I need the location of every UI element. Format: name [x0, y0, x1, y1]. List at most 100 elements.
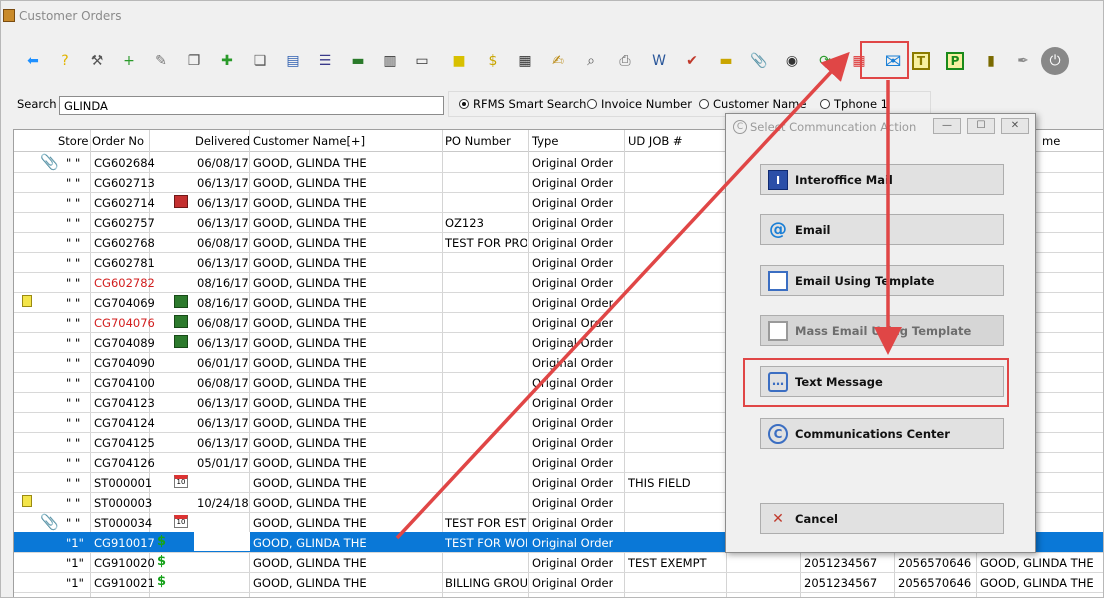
search-mode-radio[interactable]: Customer Name [699, 97, 806, 111]
note-icon [22, 495, 32, 507]
report-icon[interactable]: ▥ [378, 49, 402, 73]
header-type[interactable]: Type [532, 134, 558, 148]
table-row[interactable]: "1" CG910020 $ GOOD, GLINDA THE Original Ord… [14, 552, 1103, 573]
dialog-close-button[interactable]: ✕ [1001, 118, 1029, 134]
header-delivered[interactable]: Delivered [195, 134, 250, 148]
stack-icon[interactable]: ▤ [281, 49, 305, 73]
customer-name-cell: GOOD, GLINDA THE [253, 416, 367, 430]
customer-name-cell: GOOD, GLINDA THE [253, 336, 367, 350]
search-mode-label: Invoice Number [601, 97, 692, 111]
customer-name-cell: GOOD, GLINDA THE [253, 556, 367, 570]
cancel-button[interactable]: ✕ Cancel [760, 503, 1004, 534]
customer-name-cell: GOOD, GLINDA THE [253, 176, 367, 190]
radio-dot-icon[interactable] [699, 99, 709, 109]
interoffice-mail-button[interactable]: I Interoffice Mail [760, 164, 1004, 195]
find-icon[interactable]: ◉ [780, 49, 804, 73]
pen-icon[interactable]: ✒ [1011, 49, 1035, 73]
search-input[interactable] [59, 96, 444, 115]
store-cell: " " [66, 456, 81, 470]
store-cell: " " [66, 436, 81, 450]
credit-card-icon[interactable]: ▭ [410, 49, 434, 73]
type-cell: Original Order [532, 436, 614, 450]
name-extra-cell: GOOD, GLINDA THE [980, 556, 1094, 570]
type-cell: Original Order [532, 336, 614, 350]
store-cell: " " [66, 416, 81, 430]
dialog-minimize-button[interactable]: — [933, 118, 961, 134]
paperclip-icon: 📎 [40, 513, 59, 531]
selected-delivered-cell [194, 532, 250, 551]
dialog-maximize-button[interactable]: ☐ [967, 118, 995, 134]
communications-center-button[interactable]: C Communications Center [760, 418, 1004, 449]
money-icon[interactable]: ▬ [346, 49, 370, 73]
tools-icon[interactable]: ⚒ [85, 49, 109, 73]
search-mode-radio[interactable]: Invoice Number [587, 97, 692, 111]
deposit-icon[interactable]: $ [481, 49, 505, 73]
at-sign-icon: @ [769, 219, 787, 240]
title-bar: Customer Orders [1, 1, 1103, 31]
order-no-cell: CG602768 [94, 236, 155, 250]
p-icon[interactable]: P [946, 52, 964, 70]
radio-dot-icon[interactable] [820, 99, 830, 109]
add-item-icon[interactable]: ✚ [215, 49, 239, 73]
header-po-number[interactable]: PO Number [445, 134, 511, 148]
invoice-icon[interactable]: ▦ [513, 49, 537, 73]
book-icon[interactable]: ▮ [979, 49, 1003, 73]
c-circle-icon: C [768, 424, 788, 444]
button-label: Cancel [795, 512, 838, 526]
email-using-template-button[interactable]: Email Using Template [760, 265, 1004, 296]
delivered-cell: 06/08/17 [197, 376, 249, 390]
order-no-cell: CG602781 [94, 256, 155, 270]
table-row[interactable]: "1" CG910021 $ GOOD, GLINDA THE BILLING GROU… [14, 572, 1103, 593]
search-mode-radio[interactable]: RFMS Smart Search [459, 97, 586, 111]
customer-name-cell: GOOD, GLINDA THE [253, 216, 367, 230]
status-book-icon [174, 195, 188, 208]
order-no-cell: CG704124 [94, 416, 155, 430]
help-icon[interactable]: ? [53, 49, 77, 73]
cash-icon[interactable]: ▬ [714, 49, 738, 73]
header-ud-job[interactable]: UD JOB # [628, 134, 683, 148]
preview-icon[interactable]: ⌕ [579, 49, 603, 73]
print-icon[interactable]: ⎙ [613, 49, 637, 73]
button-label: Email [795, 223, 831, 237]
header-name-extra[interactable]: me [1042, 134, 1060, 148]
search-mode-radio[interactable]: Tphone 1 [820, 97, 888, 111]
list-icon[interactable]: ☰ [313, 49, 337, 73]
order-no-cell: CG704076 [94, 316, 155, 330]
search-label: Search [17, 97, 57, 111]
store-cell: " " [66, 516, 81, 530]
note-icon [22, 295, 32, 307]
search-mode-label: RFMS Smart Search [473, 97, 587, 111]
new-order-icon[interactable]: + [117, 49, 141, 73]
edit-order-icon[interactable]: ✎ [149, 49, 173, 73]
phone1-cell: 2051234567 [804, 576, 878, 590]
type-cell: Original Order [532, 316, 614, 330]
dollar-icon: $ [157, 574, 167, 589]
store-cell: " " [66, 396, 81, 410]
type-cell: Original Order [532, 476, 614, 490]
t-icon[interactable]: T [912, 52, 930, 70]
attach-icon[interactable]: 📎 [747, 49, 771, 73]
back-arrow-icon[interactable]: ⬅ [21, 49, 45, 73]
checkmark-icon[interactable]: ✔ [680, 49, 704, 73]
store-cell: " " [66, 476, 81, 490]
phone2-cell: 2056570646 [898, 556, 972, 570]
sign-icon[interactable]: ✍ [546, 49, 570, 73]
app-icon [3, 9, 15, 22]
note-icon[interactable]: ■ [447, 49, 471, 73]
delivered-cell: 06/13/17 [197, 216, 249, 230]
header-customer-name[interactable]: Customer Name[+] [253, 134, 365, 148]
copy-order-icon[interactable]: ❐ [182, 49, 206, 73]
refresh-icon[interactable]: ⟳ [813, 49, 837, 73]
radio-dot-icon[interactable] [587, 99, 597, 109]
delivered-cell: 06/13/17 [197, 436, 249, 450]
dialog-title-bar: C Select Communcation Action — ☐ ✕ [726, 114, 1035, 140]
header-store[interactable]: Store [58, 134, 88, 148]
email-button[interactable]: @ Email [760, 214, 1004, 245]
type-cell: Original Order [532, 416, 614, 430]
duplicate-icon[interactable]: ❏ [248, 49, 272, 73]
word-icon[interactable]: W [647, 49, 671, 73]
header-order-no[interactable]: Order No [92, 134, 144, 148]
radio-dot-icon[interactable] [459, 99, 469, 109]
shutdown-icon[interactable]: ⏻ [1041, 47, 1069, 75]
delivered-cell: 06/01/17 [197, 356, 249, 370]
